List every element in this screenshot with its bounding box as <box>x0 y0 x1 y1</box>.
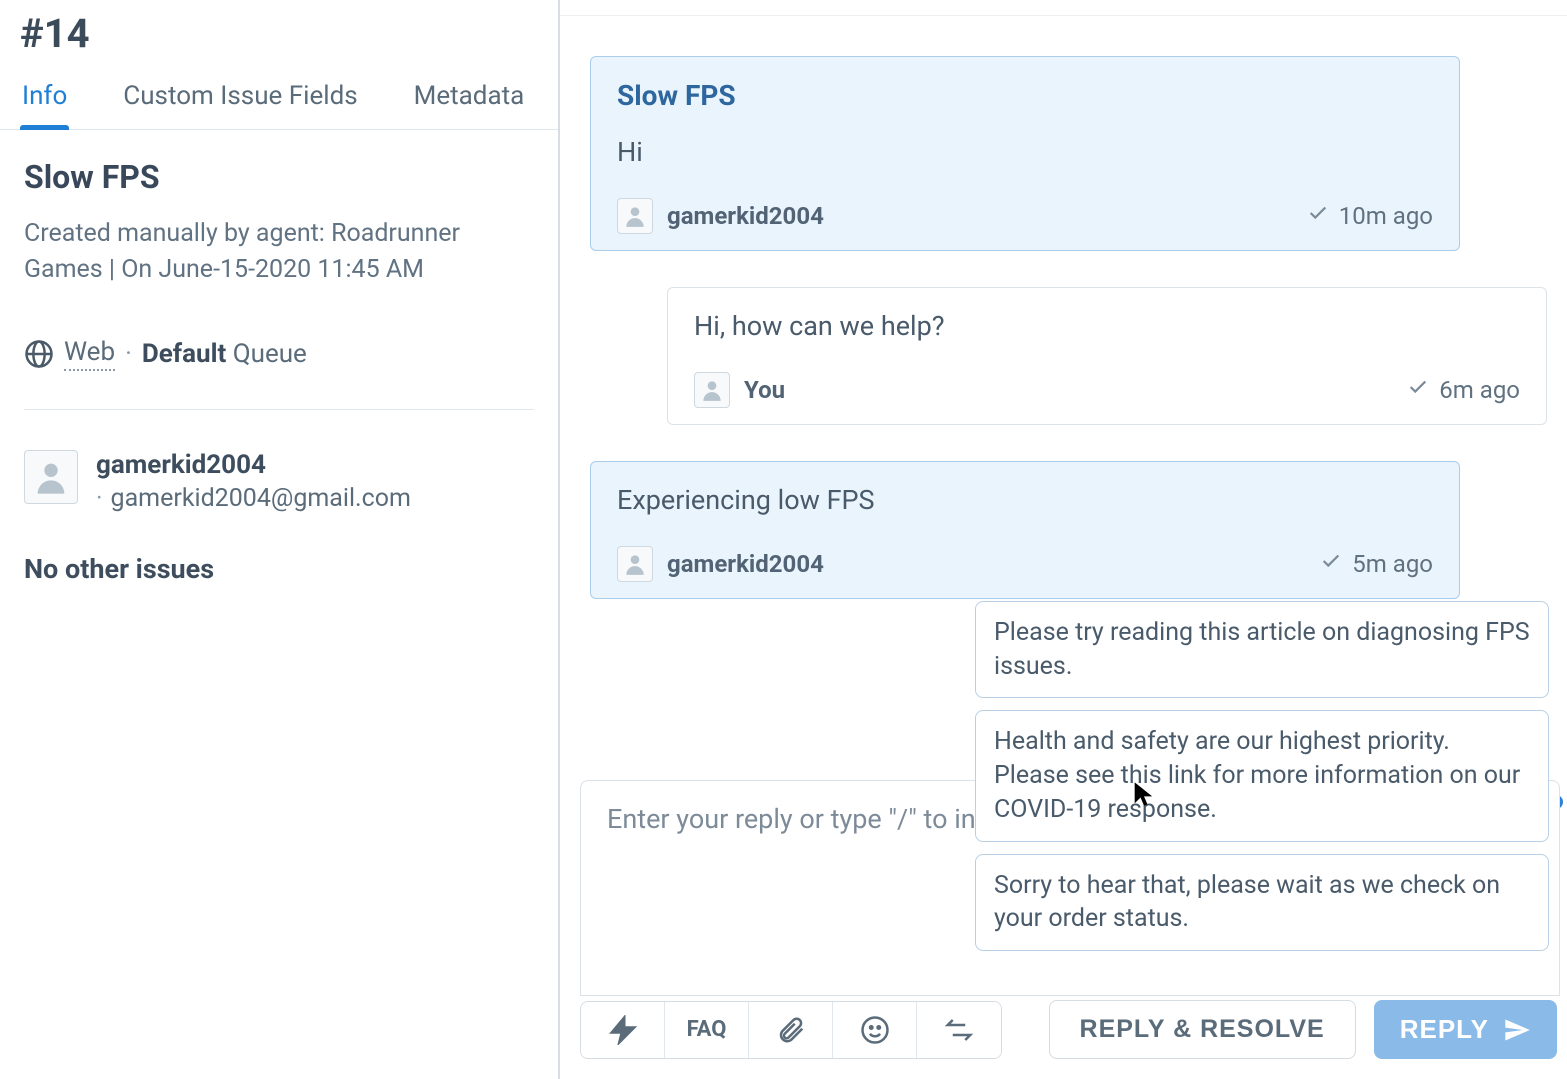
tab-metadata[interactable]: Metadata <box>412 71 527 129</box>
message-title: Slow FPS <box>617 79 1433 112</box>
reply-and-resolve-button[interactable]: REPLY & RESOLVE <box>1049 1000 1356 1059</box>
message-author: gamerkid2004 <box>617 198 824 234</box>
source-channel[interactable]: Web <box>64 337 115 371</box>
suggestion-item[interactable]: Sorry to hear that, please wait as we ch… <box>975 854 1549 952</box>
avatar-icon <box>617 546 653 582</box>
message-timestamp: 5m ago <box>1320 550 1433 578</box>
queue-label: Queue <box>233 339 307 369</box>
message-incoming: Experiencing low FPS gamerkid2004 5m ago <box>590 461 1460 599</box>
tab-info[interactable]: Info <box>20 71 69 129</box>
divider <box>24 409 534 410</box>
send-icon <box>1503 1016 1531 1044</box>
reply-suggestions: Please try reading this article on diagn… <box>975 601 1549 951</box>
message-incoming: Slow FPS Hi gamerkid2004 10m ago <box>590 56 1460 251</box>
issue-title: Slow FPS <box>24 158 534 196</box>
user-row[interactable]: gamerkid2004 · gamerkid2004@gmail.com <box>24 450 534 513</box>
check-icon <box>1407 376 1429 404</box>
issue-created-meta: Created manually by agent: Roadrunner Ga… <box>24 216 534 289</box>
avatar <box>24 450 78 504</box>
compose-toolbar: FAQ <box>580 1001 1002 1059</box>
sidebar: #14 Info Custom Issue Fields Metadata Sl… <box>0 0 560 1079</box>
avatar-icon <box>617 198 653 234</box>
reply-button[interactable]: REPLY <box>1374 1000 1557 1059</box>
sidebar-tabs: Info Custom Issue Fields Metadata <box>0 71 558 130</box>
message-timestamp: 6m ago <box>1407 376 1520 404</box>
tab-custom-fields[interactable]: Custom Issue Fields <box>121 71 359 129</box>
suggestion-item[interactable]: Health and safety are our highest priori… <box>975 710 1549 841</box>
globe-icon <box>24 339 54 369</box>
user-name: gamerkid2004 <box>96 450 411 480</box>
message-author: gamerkid2004 <box>617 546 824 582</box>
queue-default: Default <box>142 339 226 369</box>
message-body: Hi, how can we help? <box>694 310 1520 342</box>
transfer-button[interactable] <box>917 1002 1001 1058</box>
source-row: Web · Default Queue <box>24 337 534 371</box>
separator-dot: · <box>125 339 132 369</box>
user-email: gamerkid2004@gmail.com <box>111 484 411 513</box>
faq-button[interactable]: FAQ <box>665 1002 749 1058</box>
issue-id: #14 <box>0 0 558 71</box>
message-timestamp: 10m ago <box>1307 202 1433 230</box>
message-body: Hi <box>617 136 1433 168</box>
attachment-button[interactable] <box>749 1002 833 1058</box>
main-panel: Slow FPS Hi gamerkid2004 10m ago Hi, how… <box>560 0 1567 1079</box>
no-other-issues: No other issues <box>24 553 534 585</box>
separator-dot: · <box>96 484 103 513</box>
quick-action-button[interactable] <box>581 1002 665 1058</box>
message-author: You <box>694 372 785 408</box>
message-body: Experiencing low FPS <box>617 484 1433 516</box>
avatar-icon <box>694 372 730 408</box>
emoji-button[interactable] <box>833 1002 917 1058</box>
suggestion-item[interactable]: Please try reading this article on diagn… <box>975 601 1549 699</box>
check-icon <box>1307 202 1329 230</box>
check-icon <box>1320 550 1342 578</box>
message-outgoing: Hi, how can we help? You 6m ago <box>667 287 1547 425</box>
